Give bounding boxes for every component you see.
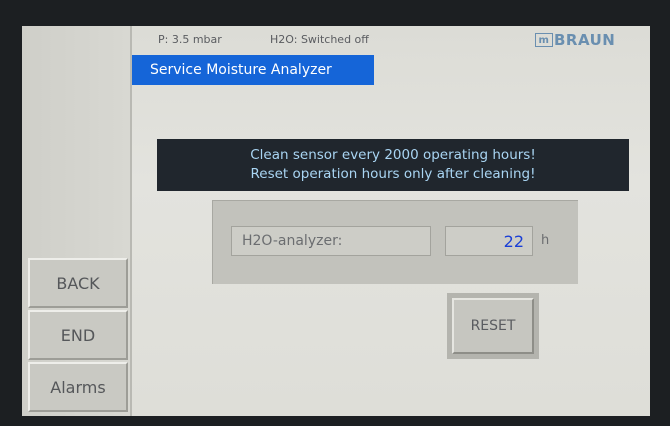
pressure-readout: P: 3.5 mbar: [158, 33, 222, 46]
notice-banner: Clean sensor every 2000 operating hours!…: [157, 139, 629, 191]
analyzer-hours-value: 22: [445, 226, 533, 256]
logo-mark-icon: m: [535, 33, 553, 47]
analyzer-panel: H2O-analyzer: 22 h: [212, 200, 578, 284]
reset-button-frame: RESET: [447, 293, 539, 359]
reset-button[interactable]: RESET: [452, 298, 534, 354]
page-title: Service Moisture Analyzer: [132, 55, 374, 85]
logo-text: BRAUN: [554, 31, 616, 49]
alarms-button[interactable]: Alarms: [28, 362, 128, 412]
sidebar: BACK END Alarms: [22, 26, 132, 416]
hours-unit: h: [541, 233, 550, 248]
end-button[interactable]: END: [28, 310, 128, 360]
analyzer-label: H2O-analyzer:: [231, 226, 431, 256]
h2o-status: H2O: Switched off: [270, 33, 369, 46]
back-button[interactable]: BACK: [28, 258, 128, 308]
notice-line-1: Clean sensor every 2000 operating hours!: [250, 147, 536, 163]
brand-logo: m BRAUN: [535, 31, 615, 49]
notice-line-2: Reset operation hours only after cleanin…: [250, 166, 536, 182]
hmi-screen: BACK END Alarms P: 3.5 mbar H2O: Switche…: [22, 26, 650, 416]
status-bar: P: 3.5 mbar H2O: Switched off m BRAUN: [130, 26, 650, 52]
